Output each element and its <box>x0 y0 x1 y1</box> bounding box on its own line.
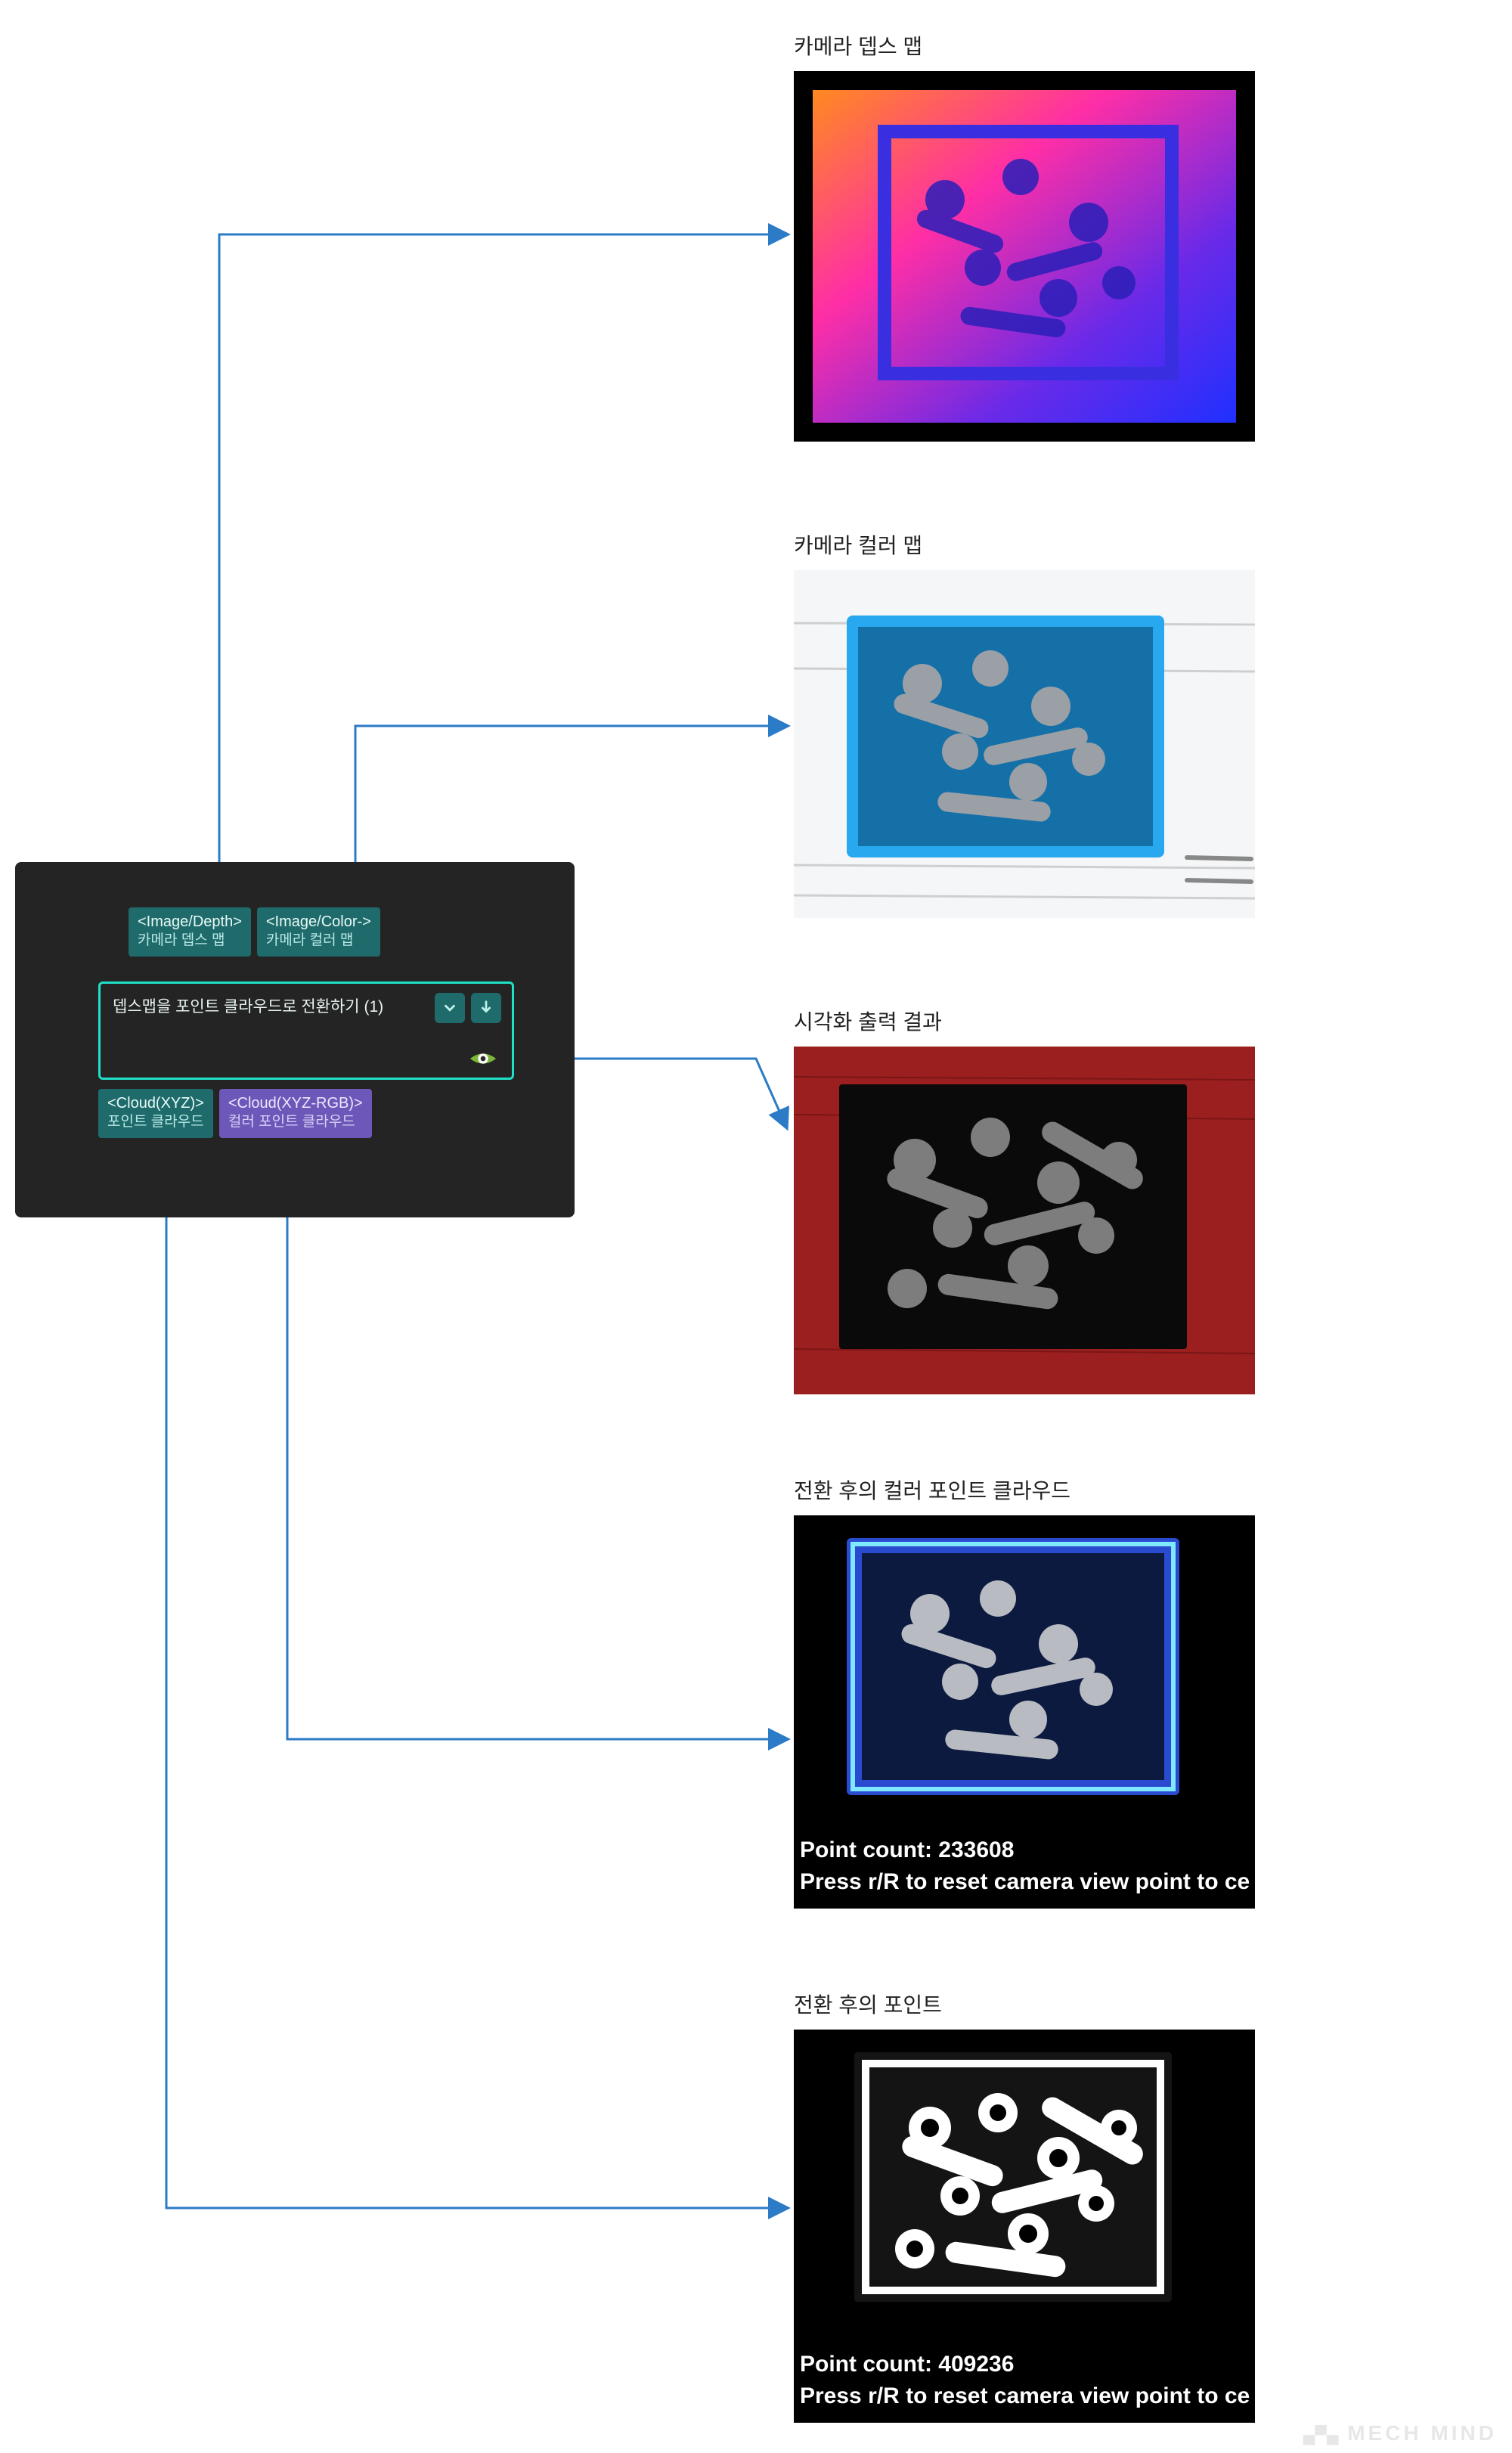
point-count-text: Point count: 233608 <box>800 1837 1014 1863</box>
preview-image <box>794 71 1255 442</box>
hint-text: Press r/R to reset camera view point to … <box>800 1869 1250 1895</box>
preview-image <box>794 570 1255 918</box>
preview-label: 전환 후의 포인트 <box>794 1989 1255 2019</box>
point-count-text: Point count: 409236 <box>800 2352 1014 2377</box>
connector-lines <box>0 0 1512 2453</box>
input-port-depth[interactable]: <Image/Depth> 카메라 뎁스 맵 <box>129 907 251 957</box>
preview-label: 카메라 뎁스 맵 <box>794 30 1255 60</box>
hint-text: Press r/R to reset camera view point to … <box>800 2383 1250 2409</box>
preview-label: 카메라 컬러 맵 <box>794 529 1255 560</box>
preview-visualization: 시각화 출력 결과 <box>794 1006 1255 1394</box>
output-port-rgb-cloud[interactable]: <Cloud(XYZ-RGB)> 컬러 포인트 클라우드 <box>219 1089 372 1138</box>
preview-image: Point count: 409236 Press r/R to reset c… <box>794 2030 1255 2423</box>
port-type: <Cloud(XYZ)> <box>107 1093 204 1113</box>
input-port-color[interactable]: <Image/Color-> 카메라 컬러 맵 <box>257 907 380 957</box>
visualize-icon[interactable] <box>466 1047 500 1070</box>
preview-depth: 카메라 뎁스 맵 <box>794 30 1255 442</box>
watermark: ▄▀▄ MECH MIND <box>1303 2421 1497 2445</box>
preview-color: 카메라 컬러 맵 <box>794 529 1255 918</box>
node-panel: <Image/Depth> 카메라 뎁스 맵 <Image/Color-> 카메… <box>15 862 575 1217</box>
preview-cloud: 전환 후의 포인트 Point count: 4 <box>794 1989 1255 2423</box>
preview-rgb-cloud: 전환 후의 컬러 포인트 클라우드 Point count: 233608 Pr… <box>794 1475 1255 1909</box>
preview-label: 시각화 출력 결과 <box>794 1006 1255 1036</box>
port-name: 컬러 포인트 클라우드 <box>228 1113 363 1132</box>
port-name: 카메라 컬러 맵 <box>266 932 371 950</box>
port-name: 포인트 클라우드 <box>107 1113 204 1132</box>
output-port-cloud[interactable]: <Cloud(XYZ)> 포인트 클라우드 <box>98 1089 213 1138</box>
port-type: <Cloud(XYZ-RGB)> <box>228 1093 363 1113</box>
node-title: 뎁스맵을 포인트 클라우드로 전환하기 (1) <box>113 998 383 1016</box>
port-type: <Image/Depth> <box>138 912 242 932</box>
expand-icon[interactable] <box>435 993 465 1023</box>
preview-image: Point count: 233608 Press r/R to reset c… <box>794 1515 1255 1909</box>
port-type: <Image/Color-> <box>266 912 371 932</box>
preview-image <box>794 1047 1255 1394</box>
run-icon[interactable] <box>471 993 501 1023</box>
port-name: 카메라 뎁스 맵 <box>138 932 242 950</box>
node-body[interactable]: 뎁스맵을 포인트 클라우드로 전환하기 (1) <box>98 982 514 1080</box>
preview-label: 전환 후의 컬러 포인트 클라우드 <box>794 1475 1255 1505</box>
